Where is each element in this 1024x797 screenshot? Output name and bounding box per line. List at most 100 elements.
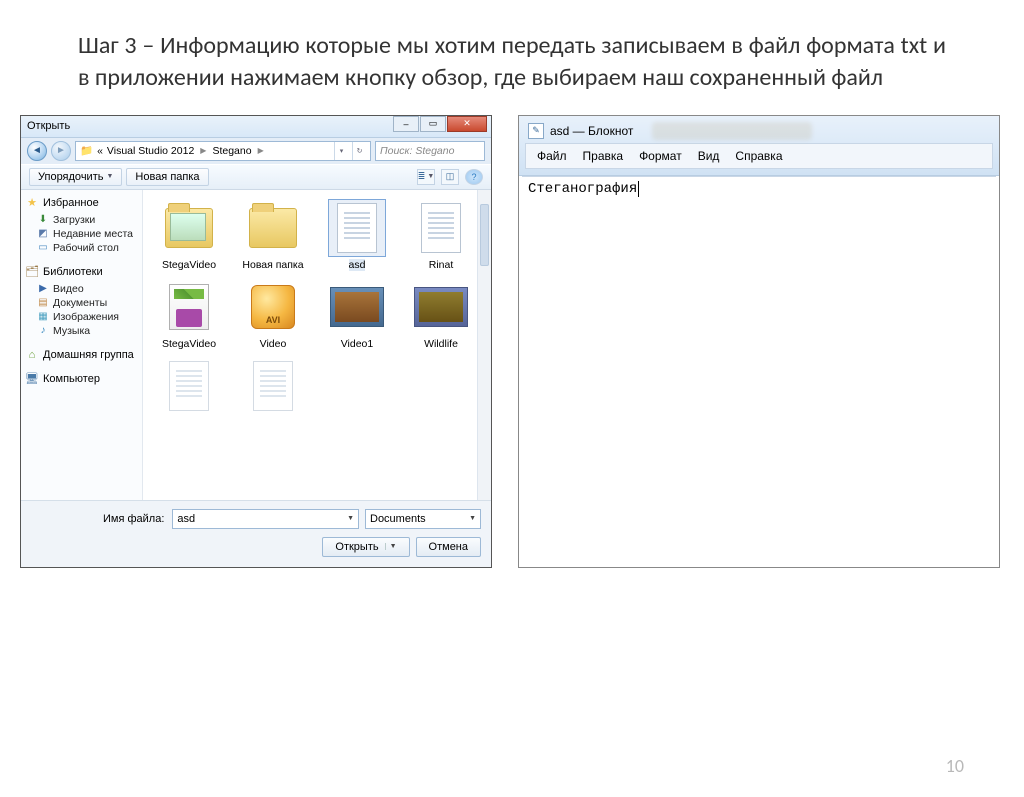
filename-label: Имя файла: [103,513,164,525]
libraries-icon: 🗂 [25,265,39,279]
video-icon: ▶ [37,283,49,295]
file-item-folder[interactable]: Новая папка [237,200,309,271]
notepad-title: asd — Блокнот [550,124,633,138]
address-dropdown[interactable]: ▾ [334,142,348,160]
notepad-textarea[interactable]: Стеганография [522,176,996,566]
forward-button[interactable]: ► [51,141,71,161]
file-item[interactable]: Rinat [405,200,477,271]
homegroup-icon: ⌂ [25,348,39,362]
computer-icon: 🖥 [25,372,39,386]
sidebar-favorites[interactable]: ★Избранное [25,196,138,210]
sidebar-item-downloads[interactable]: ⬇Загрузки [25,213,138,227]
notepad-content: Стеганография [528,181,637,197]
sidebar-item-music[interactable]: ♪Музыка [25,324,138,338]
file-label: Wildlife [424,338,458,350]
filename-input[interactable]: asd ▼ [172,509,359,529]
folder-icon [249,208,297,248]
notepad-titlebar[interactable]: ✎ asd — Блокнот [522,119,996,143]
recent-icon: ◩ [37,228,49,240]
menu-file[interactable]: Файл [530,147,574,165]
avi-icon: AVI [251,285,295,329]
address-bar[interactable]: 📁 « Visual Studio 2012 ▶ Stegano ▶ ▾ ↻ [75,141,371,161]
dialog-titlebar[interactable]: Открыть – ▭ ✕ [21,116,491,138]
search-input[interactable]: Поиск: Stegano [375,141,485,161]
path-seg-2[interactable]: Stegano [212,145,251,157]
chevron-down-icon: ▼ [347,515,354,522]
slide-instruction-text: Шаг 3 – Информацию которые мы хотим пере… [78,30,946,95]
preview-pane-button[interactable]: ◫ [441,169,459,185]
menu-help[interactable]: Справка [728,147,789,165]
open-button[interactable]: Открыть▼ [322,537,409,557]
notepad-icon: ✎ [528,123,544,139]
file-item[interactable]: Video1 [321,279,393,350]
open-file-dialog: Открыть – ▭ ✕ ◄ ► 📁 « Visual Studio 2012… [20,115,492,568]
file-item[interactable] [153,358,225,417]
search-placeholder: Поиск: Stegano [380,145,454,157]
file-label: Video1 [341,338,374,350]
file-label: Новая папка [242,259,303,271]
file-label: StegaVideo [162,259,216,271]
view-mode-button[interactable]: ≣▼ [417,169,435,185]
sidebar-item-desktop[interactable]: ▭Рабочий стол [25,241,138,255]
scrollbar-vertical[interactable] [477,190,491,500]
menu-format[interactable]: Формат [632,147,689,165]
notepad-menubar: Файл Правка Формат Вид Справка [525,143,993,169]
slide-page-number: 10 [946,755,964,777]
filter-value: Documents [370,513,426,525]
path-prefix: « [97,145,103,157]
folder-icon: 📁 [80,144,93,157]
star-icon: ★ [25,196,39,210]
notepad-window: ✎ asd — Блокнот Файл Правка Формат Вид С… [518,115,1000,568]
menu-view[interactable]: Вид [691,147,727,165]
text-file-icon [169,361,209,411]
help-button[interactable]: ? [465,169,483,185]
document-icon: ▤ [37,297,49,309]
chevron-right-icon: ▶ [200,146,206,155]
minimize-button[interactable]: – [393,116,419,132]
text-file-icon [253,361,293,411]
file-item[interactable]: AVI Video [237,279,309,350]
sidebar-libraries[interactable]: 🗂Библиотеки [25,265,138,279]
downloads-icon: ⬇ [37,214,49,226]
file-label: Rinat [429,259,454,271]
text-file-icon [421,203,461,253]
video-thumb-icon [414,287,468,327]
file-item[interactable]: StegaVideo [153,279,225,350]
path-seg-1[interactable]: Visual Studio 2012 [107,145,194,157]
chevron-down-icon: ▼ [106,173,113,180]
sidebar-homegroup[interactable]: ⌂Домашняя группа [25,348,138,362]
aero-blur-decoration [652,122,812,140]
dialog-title: Открыть [27,120,70,132]
file-list[interactable]: StegaVideo Новая папка asd Rinat StegaVi… [143,190,491,500]
music-icon: ♪ [37,325,49,337]
sidebar-item-recent[interactable]: ◩Недавние места [25,227,138,241]
file-item-folder[interactable]: StegaVideo [153,200,225,271]
maximize-button[interactable]: ▭ [420,116,446,132]
sidebar-item-documents[interactable]: ▤Документы [25,296,138,310]
sidebar-item-images[interactable]: ▦Изображения [25,310,138,324]
archive-icon [169,284,209,330]
filename-value: asd [177,513,195,525]
text-caret [638,181,639,197]
chevron-down-icon: ▼ [469,515,476,522]
close-button[interactable]: ✕ [447,116,487,132]
file-item[interactable] [237,358,309,417]
video-thumb-icon [330,287,384,327]
sidebar-computer[interactable]: 🖥Компьютер [25,372,138,386]
file-item-selected[interactable]: asd [321,200,393,271]
back-button[interactable]: ◄ [27,141,47,161]
file-type-filter[interactable]: Documents ▼ [365,509,481,529]
folder-icon [165,208,213,248]
text-file-icon [337,203,377,253]
refresh-button[interactable]: ↻ [352,142,366,160]
navigation-pane: ★Избранное ⬇Загрузки ◩Недавние места ▭Ра… [21,190,143,500]
sidebar-item-videos[interactable]: ▶Видео [25,282,138,296]
new-folder-button[interactable]: Новая папка [126,168,208,186]
menu-edit[interactable]: Правка [576,147,631,165]
file-item[interactable]: Wildlife [405,279,477,350]
desktop-icon: ▭ [37,242,49,254]
file-label: asd [349,259,366,271]
split-chevron-icon: ▼ [385,543,397,550]
organize-button[interactable]: Упорядочить▼ [29,168,122,186]
cancel-button[interactable]: Отмена [416,537,481,557]
